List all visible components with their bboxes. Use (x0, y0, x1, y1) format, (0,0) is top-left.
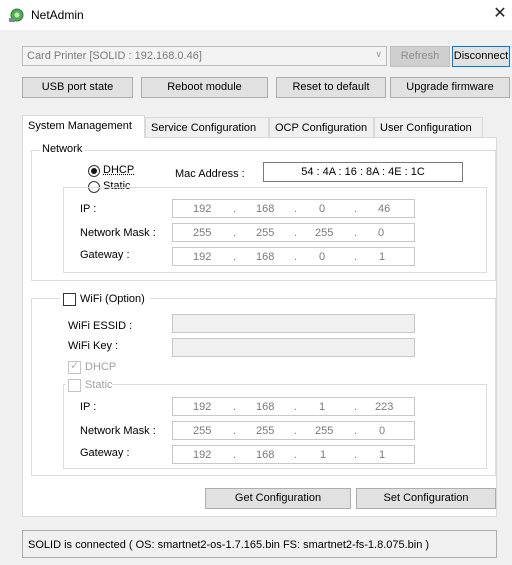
gateway-octet-1: 192 (193, 251, 212, 263)
title-bar: NetAdmin ✕ (0, 0, 512, 30)
tab-user-configuration[interactable]: User Configuration (374, 117, 483, 138)
chevron-down-icon[interactable]: ∨ (375, 49, 382, 60)
ip-dot: . (354, 227, 358, 239)
window-title: NetAdmin (31, 8, 84, 22)
ip-dot: . (354, 449, 358, 461)
refresh-button[interactable]: Refresh (390, 46, 450, 67)
gateway-octet-4: 1 (379, 251, 386, 263)
set-configuration-button[interactable]: Set Configuration (356, 488, 496, 509)
wifi-static-checkbox[interactable] (68, 379, 81, 392)
ip-label: IP : (80, 203, 97, 215)
network-mask-label: Network Mask : (80, 227, 156, 239)
reboot-module-button[interactable]: Reboot module (141, 77, 268, 98)
mask-octet-1: 255 (193, 227, 212, 239)
ip-dot: . (233, 425, 237, 437)
device-select-value: Card Printer [SOLID : 192.168.0.46] (27, 50, 202, 62)
ip-address-input[interactable]: 192 . 168 . 0 . 46 (172, 199, 415, 218)
reset-default-button[interactable]: Reset to default (276, 77, 386, 98)
wifi-option-label[interactable]: WiFi (Option) (80, 293, 145, 305)
ip-dot: . (354, 203, 358, 215)
status-bar: SOLID is connected ( OS: smartnet2-os-1.… (22, 530, 497, 558)
status-text: SOLID is connected ( OS: smartnet2-os-1.… (28, 539, 430, 551)
upgrade-firmware-button[interactable]: Upgrade firmware (390, 77, 510, 98)
network-admin-icon (9, 8, 24, 22)
wifi-dhcp-label: DHCP (85, 361, 117, 373)
tab-service-configuration[interactable]: Service Configuration (145, 117, 269, 138)
wifi-gateway-octet-1: 192 (193, 449, 212, 461)
dhcp-radio-label[interactable]: DHCP (103, 164, 134, 176)
wifi-network-mask-input[interactable]: 255 . 255 . 255 . 0 (172, 421, 415, 440)
ip-dot: . (233, 401, 237, 413)
mac-address-label: Mac Address : (175, 168, 245, 180)
gateway-label: Gateway : (80, 249, 130, 261)
gateway-octet-3: 0 (319, 251, 326, 263)
gateway-octet-2: 168 (256, 251, 275, 263)
ip-dot: . (354, 425, 358, 437)
ip-dot: . (354, 251, 358, 263)
ip-octet-3: 0 (319, 203, 326, 215)
wifi-ip-octet-1: 192 (193, 401, 212, 413)
dhcp-radio[interactable] (88, 165, 100, 177)
network-mask-input[interactable]: 255 . 255 . 255 . 0 (172, 223, 415, 242)
gateway-input[interactable]: 192 . 168 . 0 . 1 (172, 247, 415, 266)
checkmark-icon: ✓ (70, 360, 80, 372)
tab-system-management[interactable]: System Management (22, 115, 145, 138)
mac-address-value: 54 : 4A : 16 : 8A : 4E : 1C (263, 162, 463, 182)
usb-port-state-button[interactable]: USB port state (22, 77, 133, 98)
wifi-gateway-input[interactable]: 192 . 168 . 1 . 1 (172, 445, 415, 464)
ip-octet-2: 168 (256, 203, 275, 215)
wifi-gateway-label: Gateway : (80, 447, 130, 459)
wifi-ip-input[interactable]: 192 . 168 . 1 . 223 (172, 397, 415, 416)
tab-ocp-configuration[interactable]: OCP Configuration (269, 117, 374, 138)
ip-dot: . (354, 401, 358, 413)
ip-dot: . (294, 401, 298, 413)
wifi-gateway-octet-2: 168 (256, 449, 275, 461)
wifi-essid-input[interactable] (172, 314, 415, 333)
mask-octet-4: 0 (378, 227, 385, 239)
wifi-key-input[interactable] (172, 338, 415, 357)
ip-dot: . (233, 449, 237, 461)
wifi-ip-octet-2: 168 (256, 401, 275, 413)
wifi-static-label: Static (85, 379, 113, 391)
wifi-mask-octet-1: 255 (193, 425, 212, 437)
tab-strip: System Management Service Configuration … (22, 115, 490, 138)
wifi-mask-octet-3: 255 (315, 425, 334, 437)
ip-dot: . (294, 203, 298, 215)
get-configuration-button[interactable]: Get Configuration (205, 488, 351, 509)
ip-octet-4: 46 (378, 203, 391, 215)
network-group-label: Network (40, 143, 85, 155)
wifi-network-mask-label: Network Mask : (80, 425, 156, 437)
close-icon[interactable]: ✕ (491, 5, 509, 23)
ip-dot: . (294, 227, 298, 239)
ip-dot: . (233, 251, 237, 263)
ip-octet-1: 192 (193, 203, 212, 215)
wifi-essid-label: WiFi ESSID : (68, 320, 133, 332)
ip-dot: . (233, 203, 237, 215)
ip-dot: . (294, 425, 298, 437)
wifi-mask-octet-4: 0 (379, 425, 386, 437)
wifi-ip-octet-4: 223 (375, 401, 394, 413)
ip-dot: . (294, 449, 298, 461)
wifi-option-checkbox[interactable] (63, 293, 76, 306)
disconnect-button[interactable]: Disconnect (452, 46, 510, 67)
mask-octet-2: 255 (256, 227, 275, 239)
wifi-gateway-octet-4: 1 (379, 449, 386, 461)
ip-dot: . (294, 251, 298, 263)
mask-octet-3: 255 (315, 227, 334, 239)
ip-dot: . (233, 227, 237, 239)
wifi-mask-octet-2: 255 (256, 425, 275, 437)
wifi-key-label: WiFi Key : (68, 340, 119, 352)
wifi-ip-octet-3: 1 (319, 401, 326, 413)
device-select[interactable]: Card Printer [SOLID : 192.168.0.46] ∨ (22, 46, 387, 66)
wifi-dhcp-checkbox[interactable]: ✓ (68, 360, 81, 374)
wifi-ip-label: IP : (80, 401, 97, 413)
wifi-gateway-octet-3: 1 (320, 449, 327, 461)
